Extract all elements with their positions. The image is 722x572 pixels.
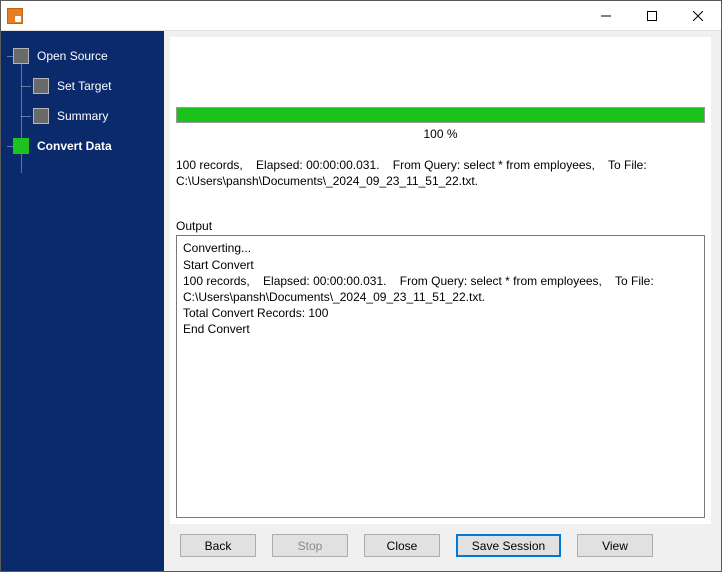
nav-label: Set Target xyxy=(57,79,111,93)
window-controls xyxy=(583,1,721,30)
minimize-icon xyxy=(601,11,611,21)
progress-bar xyxy=(176,107,705,123)
view-button[interactable]: View xyxy=(577,534,653,557)
step-box-icon xyxy=(13,138,29,154)
step-box-icon xyxy=(33,108,49,124)
sidebar: Open Source Set Target Summary Convert D… xyxy=(1,31,164,571)
minimize-button[interactable] xyxy=(583,1,629,30)
maximize-button[interactable] xyxy=(629,1,675,30)
close-icon xyxy=(693,11,703,21)
close-window-button[interactable] xyxy=(675,1,721,30)
output-textarea[interactable]: Converting... Start Convert 100 records,… xyxy=(176,235,705,518)
titlebar xyxy=(1,1,721,31)
content-area: 100 % 100 records, Elapsed: 00:00:00.031… xyxy=(164,31,721,571)
body: Open Source Set Target Summary Convert D… xyxy=(1,31,721,571)
stop-button[interactable]: Stop xyxy=(272,534,348,557)
nav-item-summary[interactable]: Summary xyxy=(1,101,164,131)
back-button[interactable]: Back xyxy=(180,534,256,557)
step-box-icon xyxy=(13,48,29,64)
progress-label: 100 % xyxy=(176,127,705,141)
save-session-button[interactable]: Save Session xyxy=(456,534,561,557)
step-box-icon xyxy=(33,78,49,94)
app-icon xyxy=(7,8,23,24)
nav-label: Summary xyxy=(57,109,108,123)
nav-item-open-source[interactable]: Open Source xyxy=(1,41,164,71)
status-text: 100 records, Elapsed: 00:00:00.031. From… xyxy=(170,141,711,189)
nav-item-convert-data[interactable]: Convert Data xyxy=(1,131,164,161)
output-label: Output xyxy=(170,189,711,235)
nav-label: Convert Data xyxy=(37,139,112,153)
button-row: Back Stop Close Save Session View xyxy=(164,524,721,571)
nav-item-set-target[interactable]: Set Target xyxy=(1,71,164,101)
app-window: Open Source Set Target Summary Convert D… xyxy=(0,0,722,572)
nav-label: Open Source xyxy=(37,49,108,63)
close-button[interactable]: Close xyxy=(364,534,440,557)
progress-section: 100 % xyxy=(170,107,711,141)
maximize-icon xyxy=(647,11,657,21)
content-panel: 100 % 100 records, Elapsed: 00:00:00.031… xyxy=(170,37,711,524)
